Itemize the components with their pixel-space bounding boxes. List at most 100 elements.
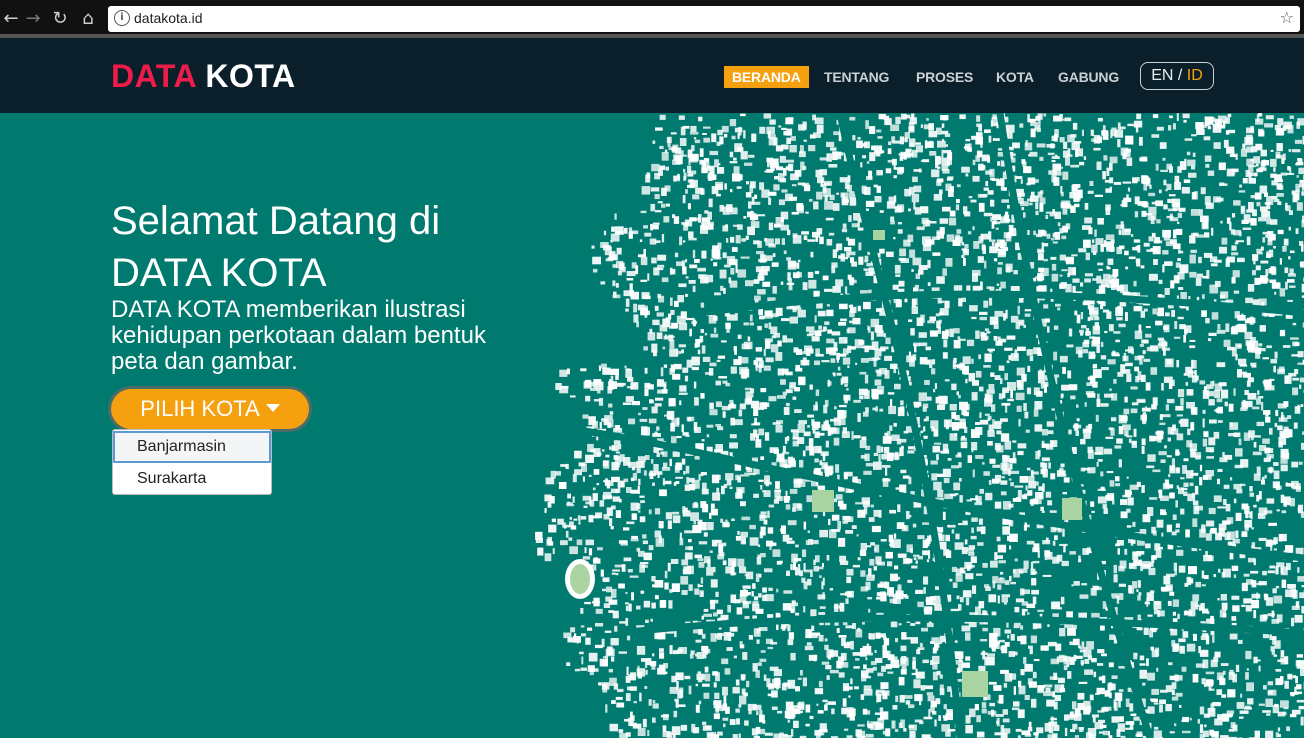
- map-building: [1030, 121, 1038, 126]
- map-building: [804, 645, 814, 651]
- map-building: [1270, 544, 1273, 552]
- map-building: [891, 434, 900, 441]
- map-building: [1126, 373, 1132, 382]
- map-building: [1035, 115, 1041, 121]
- nav-item-kota[interactable]: KOTA: [996, 66, 1034, 88]
- map-building: [986, 653, 995, 657]
- map-building: [793, 720, 799, 728]
- map-building: [949, 328, 954, 337]
- map-building: [764, 238, 767, 242]
- map-building: [1173, 123, 1176, 130]
- map-building: [689, 264, 698, 269]
- map-building: [953, 328, 960, 334]
- map-building: [1235, 240, 1244, 243]
- brand-logo[interactable]: DATA KOTA: [111, 58, 296, 95]
- info-icon[interactable]: i: [114, 10, 130, 26]
- map-building: [880, 682, 889, 689]
- nav-item-tentang[interactable]: TENTANG: [824, 66, 889, 88]
- map-building: [918, 265, 928, 270]
- map-building: [799, 570, 804, 577]
- map-building: [1051, 160, 1056, 163]
- nav-item-proses[interactable]: PROSES: [916, 66, 973, 88]
- nav-item-beranda[interactable]: BERANDA: [724, 66, 809, 88]
- map-building: [1246, 682, 1254, 692]
- lang-en-option[interactable]: EN: [1151, 67, 1173, 84]
- map-building: [959, 495, 963, 503]
- map-building: [1124, 396, 1128, 403]
- map-building: [664, 334, 667, 339]
- map-building: [588, 652, 598, 662]
- map-building: [768, 222, 774, 231]
- map-building: [1111, 593, 1118, 599]
- map-building: [1217, 478, 1220, 485]
- map-building: [814, 117, 824, 124]
- map-building: [1226, 710, 1235, 714]
- map-building: [1095, 692, 1100, 695]
- map-building: [816, 703, 819, 706]
- map-building: [1200, 621, 1207, 624]
- map-building: [813, 654, 817, 662]
- map-buildings: [535, 113, 1304, 738]
- nav-item-gabung[interactable]: GABUNG: [1058, 66, 1119, 88]
- bookmark-star-icon[interactable]: ☆: [1280, 8, 1294, 27]
- map-building: [638, 412, 641, 416]
- map-building: [1088, 351, 1096, 360]
- map-building: [1045, 537, 1049, 543]
- map-building: [922, 550, 930, 556]
- map-building: [1114, 692, 1123, 702]
- map-building: [629, 575, 639, 578]
- map-building: [1072, 122, 1078, 130]
- map-building: [580, 368, 587, 372]
- map-building: [1117, 723, 1126, 732]
- map-building: [861, 185, 867, 195]
- map-building: [1059, 628, 1066, 637]
- map-building: [675, 481, 680, 484]
- map-building: [1287, 279, 1295, 283]
- map-building: [1169, 675, 1177, 681]
- map-building: [687, 173, 694, 177]
- lang-id-option[interactable]: ID: [1187, 67, 1203, 84]
- map-building: [871, 388, 878, 398]
- map-building: [1206, 384, 1211, 390]
- map-building: [783, 590, 793, 594]
- map-building: [1206, 456, 1214, 459]
- map-building: [984, 398, 992, 407]
- map-building: [1133, 239, 1141, 243]
- map-building: [1023, 166, 1032, 174]
- map-building: [1032, 596, 1037, 605]
- map-building: [988, 231, 992, 240]
- address-bar[interactable]: i datakota.id ☆: [108, 6, 1300, 32]
- map-building: [1024, 313, 1031, 317]
- map-building: [762, 594, 767, 601]
- reload-icon[interactable]: ↻: [49, 7, 71, 31]
- map-building: [1129, 490, 1132, 495]
- url-text[interactable]: datakota.id: [134, 10, 203, 26]
- back-arrow-icon[interactable]: ←: [0, 7, 22, 31]
- map-building: [1271, 267, 1277, 276]
- map-building: [924, 141, 934, 148]
- home-icon[interactable]: ⌂: [77, 7, 99, 31]
- map-building: [896, 522, 905, 529]
- map-building: [830, 147, 837, 151]
- map-building: [1177, 258, 1181, 262]
- forward-arrow-icon[interactable]: →: [22, 7, 44, 31]
- map-building: [580, 608, 584, 614]
- map-building: [1256, 659, 1261, 662]
- map-building: [1080, 312, 1084, 320]
- map-building: [1296, 660, 1304, 669]
- map-building: [860, 570, 866, 577]
- map-building: [670, 297, 673, 306]
- map-building: [1178, 249, 1181, 254]
- map-building: [950, 608, 960, 612]
- map-building: [1137, 201, 1146, 206]
- map-building: [1266, 217, 1271, 225]
- map-building: [704, 332, 708, 336]
- map-building: [1189, 235, 1196, 244]
- map-building: [1000, 491, 1007, 496]
- map-building: [810, 609, 817, 617]
- map-building: [900, 469, 907, 474]
- map-building: [743, 322, 749, 326]
- map-building: [985, 586, 991, 591]
- map-building: [1123, 408, 1130, 415]
- map-building: [825, 702, 828, 710]
